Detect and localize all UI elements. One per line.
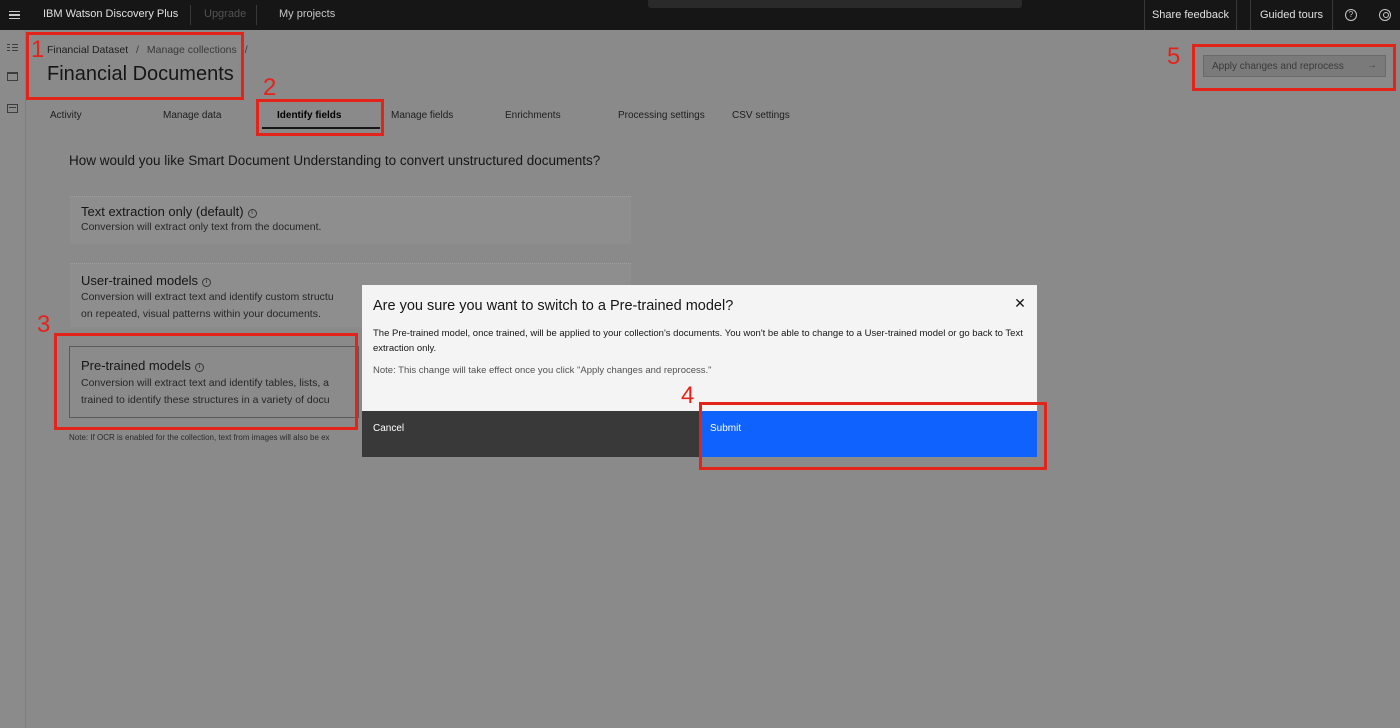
manage-collections-icon[interactable]	[7, 72, 18, 81]
close-icon[interactable]: ✕	[1010, 293, 1030, 313]
option-title: Text extraction only (default) i	[81, 204, 257, 219]
help-icon: ?	[1345, 9, 1357, 21]
product-name[interactable]: IBM Watson Discovery Plus	[43, 8, 178, 20]
guided-tours-button[interactable]: Guided tours	[1250, 0, 1333, 30]
tab-activity[interactable]: Activity	[50, 110, 82, 121]
modal-note: Note: This change will take effect once …	[373, 365, 712, 376]
option-title: User-trained models i	[81, 273, 212, 288]
ocr-note: Note: If OCR is enabled for the collecti…	[69, 433, 330, 442]
share-feedback-button[interactable]: Share feedback	[1144, 0, 1237, 30]
user-profile-button[interactable]	[1372, 0, 1398, 30]
tab-csv-settings[interactable]: CSV settings	[732, 110, 790, 121]
project-overview-icon[interactable]	[7, 43, 18, 52]
annotation-box	[256, 99, 384, 136]
header-divider	[190, 5, 191, 25]
tab-manage-fields[interactable]: Manage fields	[391, 110, 453, 121]
annotation-box	[699, 402, 1047, 470]
user-icon	[1379, 9, 1391, 21]
annotation-number: 2	[263, 74, 277, 101]
modal-body: The Pre-trained model, once trained, wil…	[373, 328, 1023, 354]
option-text-extraction[interactable]: Text extraction only (default) i Conversi…	[70, 196, 631, 244]
tab-processing-settings[interactable]: Processing settings	[618, 110, 705, 121]
improve-customize-icon[interactable]	[7, 104, 18, 113]
annotation-number: 5	[1167, 43, 1181, 70]
annotation-number: 3	[37, 311, 51, 338]
option-description: Conversion will extract only text from t…	[81, 221, 322, 233]
annotation-box	[1192, 44, 1396, 91]
top-header: IBM Watson Discovery Plus Upgrade My pro…	[0, 0, 1400, 30]
annotation-number: 4	[681, 382, 695, 409]
my-projects-link[interactable]: My projects	[279, 8, 335, 20]
annotation-box	[26, 32, 244, 100]
tab-manage-data[interactable]: Manage data	[163, 110, 221, 121]
cancel-button[interactable]: Cancel	[362, 411, 700, 457]
info-icon[interactable]: i	[247, 209, 257, 218]
help-button[interactable]: ?	[1338, 0, 1364, 30]
modal-title: Are you sure you want to switch to a Pre…	[373, 298, 734, 314]
tab-enrichments[interactable]: Enrichments	[505, 110, 561, 121]
sdu-question: How would you like Smart Document Unders…	[69, 153, 601, 168]
annotation-number: 1	[31, 36, 45, 63]
upgrade-link[interactable]: Upgrade	[204, 8, 246, 20]
breadcrumb-separator: /	[244, 44, 248, 56]
annotation-box	[54, 333, 358, 430]
menu-icon[interactable]	[0, 0, 28, 30]
info-icon[interactable]: i	[202, 278, 212, 287]
header-divider	[256, 5, 257, 25]
left-sidebar	[0, 30, 26, 728]
header-search-area[interactable]	[648, 0, 1022, 8]
